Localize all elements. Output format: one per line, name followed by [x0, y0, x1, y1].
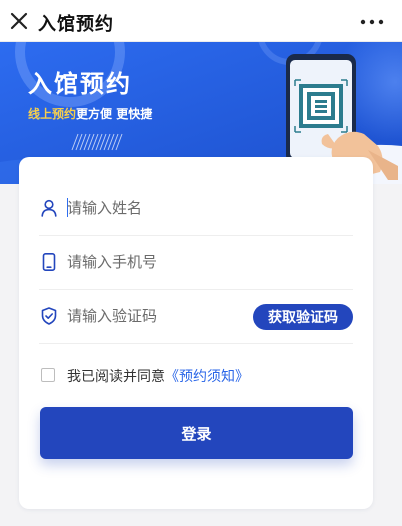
- login-form-card: 获取验证码 我已阅读并同意《预约须知》 登录: [19, 157, 373, 509]
- agreement-checkbox[interactable]: [41, 368, 55, 382]
- name-field: [39, 182, 353, 236]
- name-input[interactable]: [67, 196, 247, 220]
- hero-title: 入馆预约: [28, 70, 132, 98]
- close-icon[interactable]: [8, 10, 30, 32]
- agreement-row: 我已阅读并同意《预约须知》: [41, 368, 361, 388]
- more-icon[interactable]: [360, 18, 384, 26]
- verification-code-input[interactable]: [67, 304, 247, 328]
- hero-subtitle: 线上预约更方便 更快捷: [28, 105, 152, 122]
- top-bar: 入馆预约: [0, 0, 402, 42]
- phone-input[interactable]: [67, 250, 247, 274]
- verification-field: 获取验证码: [39, 290, 353, 344]
- hero-subtitle-rest: 更方便 更快捷: [76, 107, 153, 121]
- user-icon: [41, 199, 57, 217]
- shield-icon: [41, 307, 57, 325]
- page-title: 入馆预约: [38, 14, 114, 35]
- phone-field: [39, 236, 353, 290]
- reservation-notice-link[interactable]: 《预约须知》: [165, 369, 249, 385]
- agreement-text: 我已阅读并同意《预约须知》: [67, 366, 249, 386]
- phone-icon: [42, 252, 56, 271]
- login-button[interactable]: 登录: [40, 407, 353, 459]
- hero-subtitle-highlight: 线上预约: [28, 107, 77, 121]
- agreement-prefix: 我已阅读并同意: [67, 369, 165, 385]
- get-code-button[interactable]: 获取验证码: [253, 304, 353, 330]
